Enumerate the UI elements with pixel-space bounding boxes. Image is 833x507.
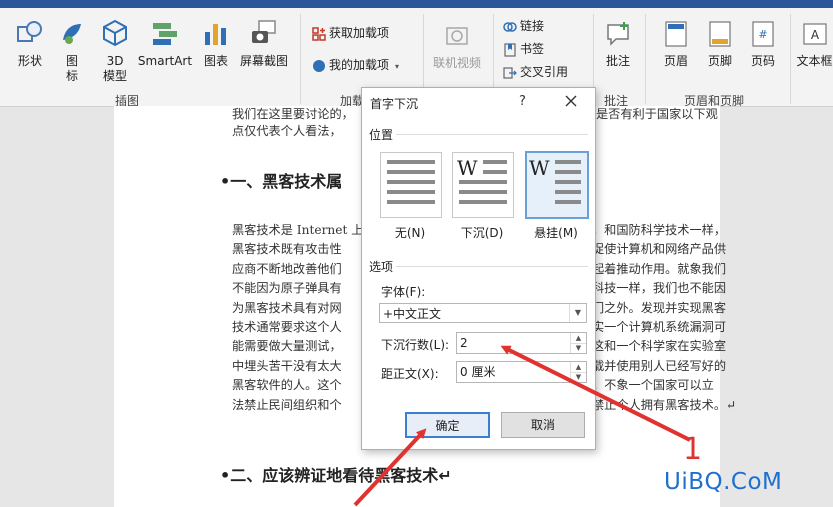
annotation-number: 1 <box>683 432 703 467</box>
arrow-to-ok-button <box>353 428 427 507</box>
watermark-logo: UiBQ.CoM <box>664 469 783 495</box>
annotation-arrows <box>353 345 691 507</box>
arrow-to-lines-spinner <box>500 345 691 442</box>
